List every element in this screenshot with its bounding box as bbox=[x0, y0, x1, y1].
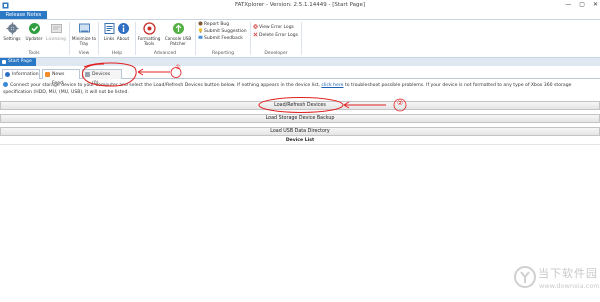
about-icon bbox=[117, 23, 129, 34]
updater-button[interactable]: Updater bbox=[22, 21, 46, 41]
minimize-tray-icon bbox=[78, 23, 90, 33]
load-storage-device-backup-button[interactable]: Load Storage Device Backup bbox=[0, 114, 600, 123]
help-group-label: Help bbox=[111, 51, 123, 56]
tab-information-label: Information bbox=[12, 72, 39, 77]
advanced-group-label: Advanced bbox=[153, 51, 177, 56]
annotation-load-refresh bbox=[258, 97, 407, 113]
usb-patcher-icon bbox=[172, 23, 184, 34]
device-list-header: Device List bbox=[0, 137, 600, 145]
submit-suggestion-label: Submit Suggestion bbox=[204, 29, 247, 34]
delete-icon bbox=[253, 32, 258, 37]
formatting-tools-label: Formatting Tools bbox=[137, 36, 161, 46]
watermark-url: www.downxia.com bbox=[539, 282, 600, 290]
delete-error-logs-item[interactable]: Delete Error Logs bbox=[253, 32, 298, 39]
watermark: 当下软件园 www.downxia.com bbox=[512, 262, 600, 298]
page-icon bbox=[2, 60, 6, 64]
ribbon: Settings Updater Licensing Tools Minimiz… bbox=[0, 20, 600, 58]
console-usb-patcher-button[interactable]: Console USB Patcher bbox=[163, 21, 193, 46]
settings-button[interactable]: Settings bbox=[0, 21, 24, 41]
updater-label: Updater bbox=[25, 36, 43, 41]
view-group-label: View bbox=[78, 51, 90, 56]
tab-information[interactable]: Information bbox=[2, 69, 40, 79]
licensing-label: Licensing bbox=[46, 36, 66, 41]
minimize-to-tray-label: Minimize to Tray bbox=[71, 36, 97, 46]
annotation-devices-tab bbox=[81, 62, 182, 87]
submit-suggestion-item[interactable]: Submit Suggestion bbox=[198, 28, 247, 35]
update-icon bbox=[28, 23, 40, 34]
close-button[interactable]: ✕ bbox=[593, 1, 598, 8]
settings-label: Settings bbox=[3, 36, 21, 41]
title-bar: FATXplorer - Version: 2.5.1.14449 - [Sta… bbox=[0, 0, 600, 11]
about-button[interactable]: About bbox=[111, 21, 135, 41]
ribbon-separator bbox=[301, 22, 302, 55]
tools-group-label: Tools bbox=[28, 51, 40, 56]
submit-feedback-label: Submit Feedback bbox=[204, 36, 243, 41]
ribbon-separator bbox=[195, 22, 196, 55]
info-icon bbox=[3, 82, 8, 87]
console-usb-patcher-label: Console USB Patcher bbox=[164, 36, 192, 46]
load-usb-data-directory-button[interactable]: Load USB Data Directory bbox=[0, 127, 600, 136]
submit-feedback-item[interactable]: Submit Feedback bbox=[198, 35, 243, 42]
about-label: About bbox=[116, 36, 130, 41]
watermark-logo-icon bbox=[514, 266, 536, 288]
rss-icon bbox=[45, 72, 50, 77]
error-log-icon bbox=[253, 24, 258, 29]
feedback-icon bbox=[198, 35, 203, 39]
bug-icon bbox=[198, 21, 203, 26]
view-error-logs-item[interactable]: View Error Logs bbox=[253, 24, 294, 31]
maximize-button[interactable]: ▢ bbox=[579, 1, 585, 8]
view-error-logs-label: View Error Logs bbox=[259, 25, 294, 30]
document-tab-start-page[interactable]: Start Page bbox=[0, 58, 36, 66]
licensing-button[interactable]: Licensing bbox=[44, 21, 68, 41]
license-icon bbox=[50, 24, 62, 33]
ribbon-separator bbox=[69, 22, 70, 55]
document-tab-label: Start Page bbox=[8, 59, 32, 64]
minimize-to-tray-button[interactable]: Minimize to Tray bbox=[71, 21, 97, 46]
gear-icon bbox=[6, 22, 18, 35]
report-bug-label: Report Bug bbox=[204, 22, 230, 27]
info-icon bbox=[5, 72, 10, 77]
ribbon-separator bbox=[250, 22, 251, 55]
developer-group-label: Developer bbox=[264, 51, 288, 56]
formatting-tools-button[interactable]: Formatting Tools bbox=[136, 21, 162, 46]
window-title: FATXplorer - Version: 2.5.1.14449 - [Sta… bbox=[234, 2, 366, 8]
tab-news-feed[interactable]: News Feed bbox=[42, 69, 80, 86]
troubleshoot-link[interactable]: click here bbox=[321, 83, 343, 88]
annotation-number-one: ① bbox=[175, 64, 181, 71]
lightbulb-icon bbox=[198, 28, 203, 33]
report-bug-item[interactable]: Report Bug bbox=[198, 21, 229, 28]
formatting-icon bbox=[142, 22, 156, 35]
delete-error-logs-label: Delete Error Logs bbox=[259, 33, 298, 38]
watermark-title: 当下软件园 bbox=[538, 267, 598, 280]
annotation-number-two: ② bbox=[396, 99, 404, 107]
minimize-button[interactable]: — bbox=[565, 1, 571, 8]
reporting-group-label: Reporting bbox=[212, 51, 234, 56]
